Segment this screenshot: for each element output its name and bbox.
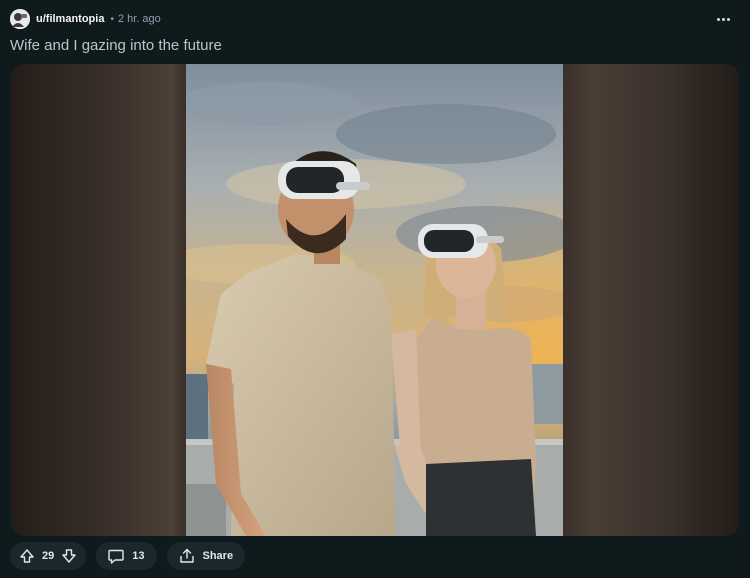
comment-bubble-icon — [108, 549, 124, 564]
comment-count: 13 — [132, 550, 145, 562]
meta-separator: • — [110, 13, 114, 25]
vote-control: 29 — [10, 542, 87, 570]
arrow-down-icon[interactable] — [62, 549, 76, 563]
action-bar: 29 13 Share — [10, 542, 255, 570]
post-header: u/filmantopia • 2 hr. ago — [10, 6, 740, 32]
post-card: u/filmantopia • 2 hr. ago Wife and I gaz… — [0, 0, 750, 578]
vote-count: 29 — [42, 550, 55, 562]
more-dots-icon — [716, 17, 720, 21]
post-title[interactable]: Wife and I gazing into the future — [10, 37, 222, 54]
share-label: Share — [202, 550, 234, 562]
more-options-button[interactable] — [710, 10, 736, 28]
share-icon — [179, 548, 195, 564]
post-image[interactable] — [186, 64, 563, 536]
share-button[interactable]: Share — [166, 542, 246, 570]
user-avatar[interactable] — [10, 9, 30, 29]
arrow-up-icon[interactable] — [20, 549, 34, 563]
post-media[interactable] — [11, 64, 739, 536]
comments-button[interactable]: 13 — [96, 542, 157, 570]
author-username[interactable]: u/filmantopia — [36, 13, 104, 25]
post-timestamp: 2 hr. ago — [117, 13, 161, 25]
